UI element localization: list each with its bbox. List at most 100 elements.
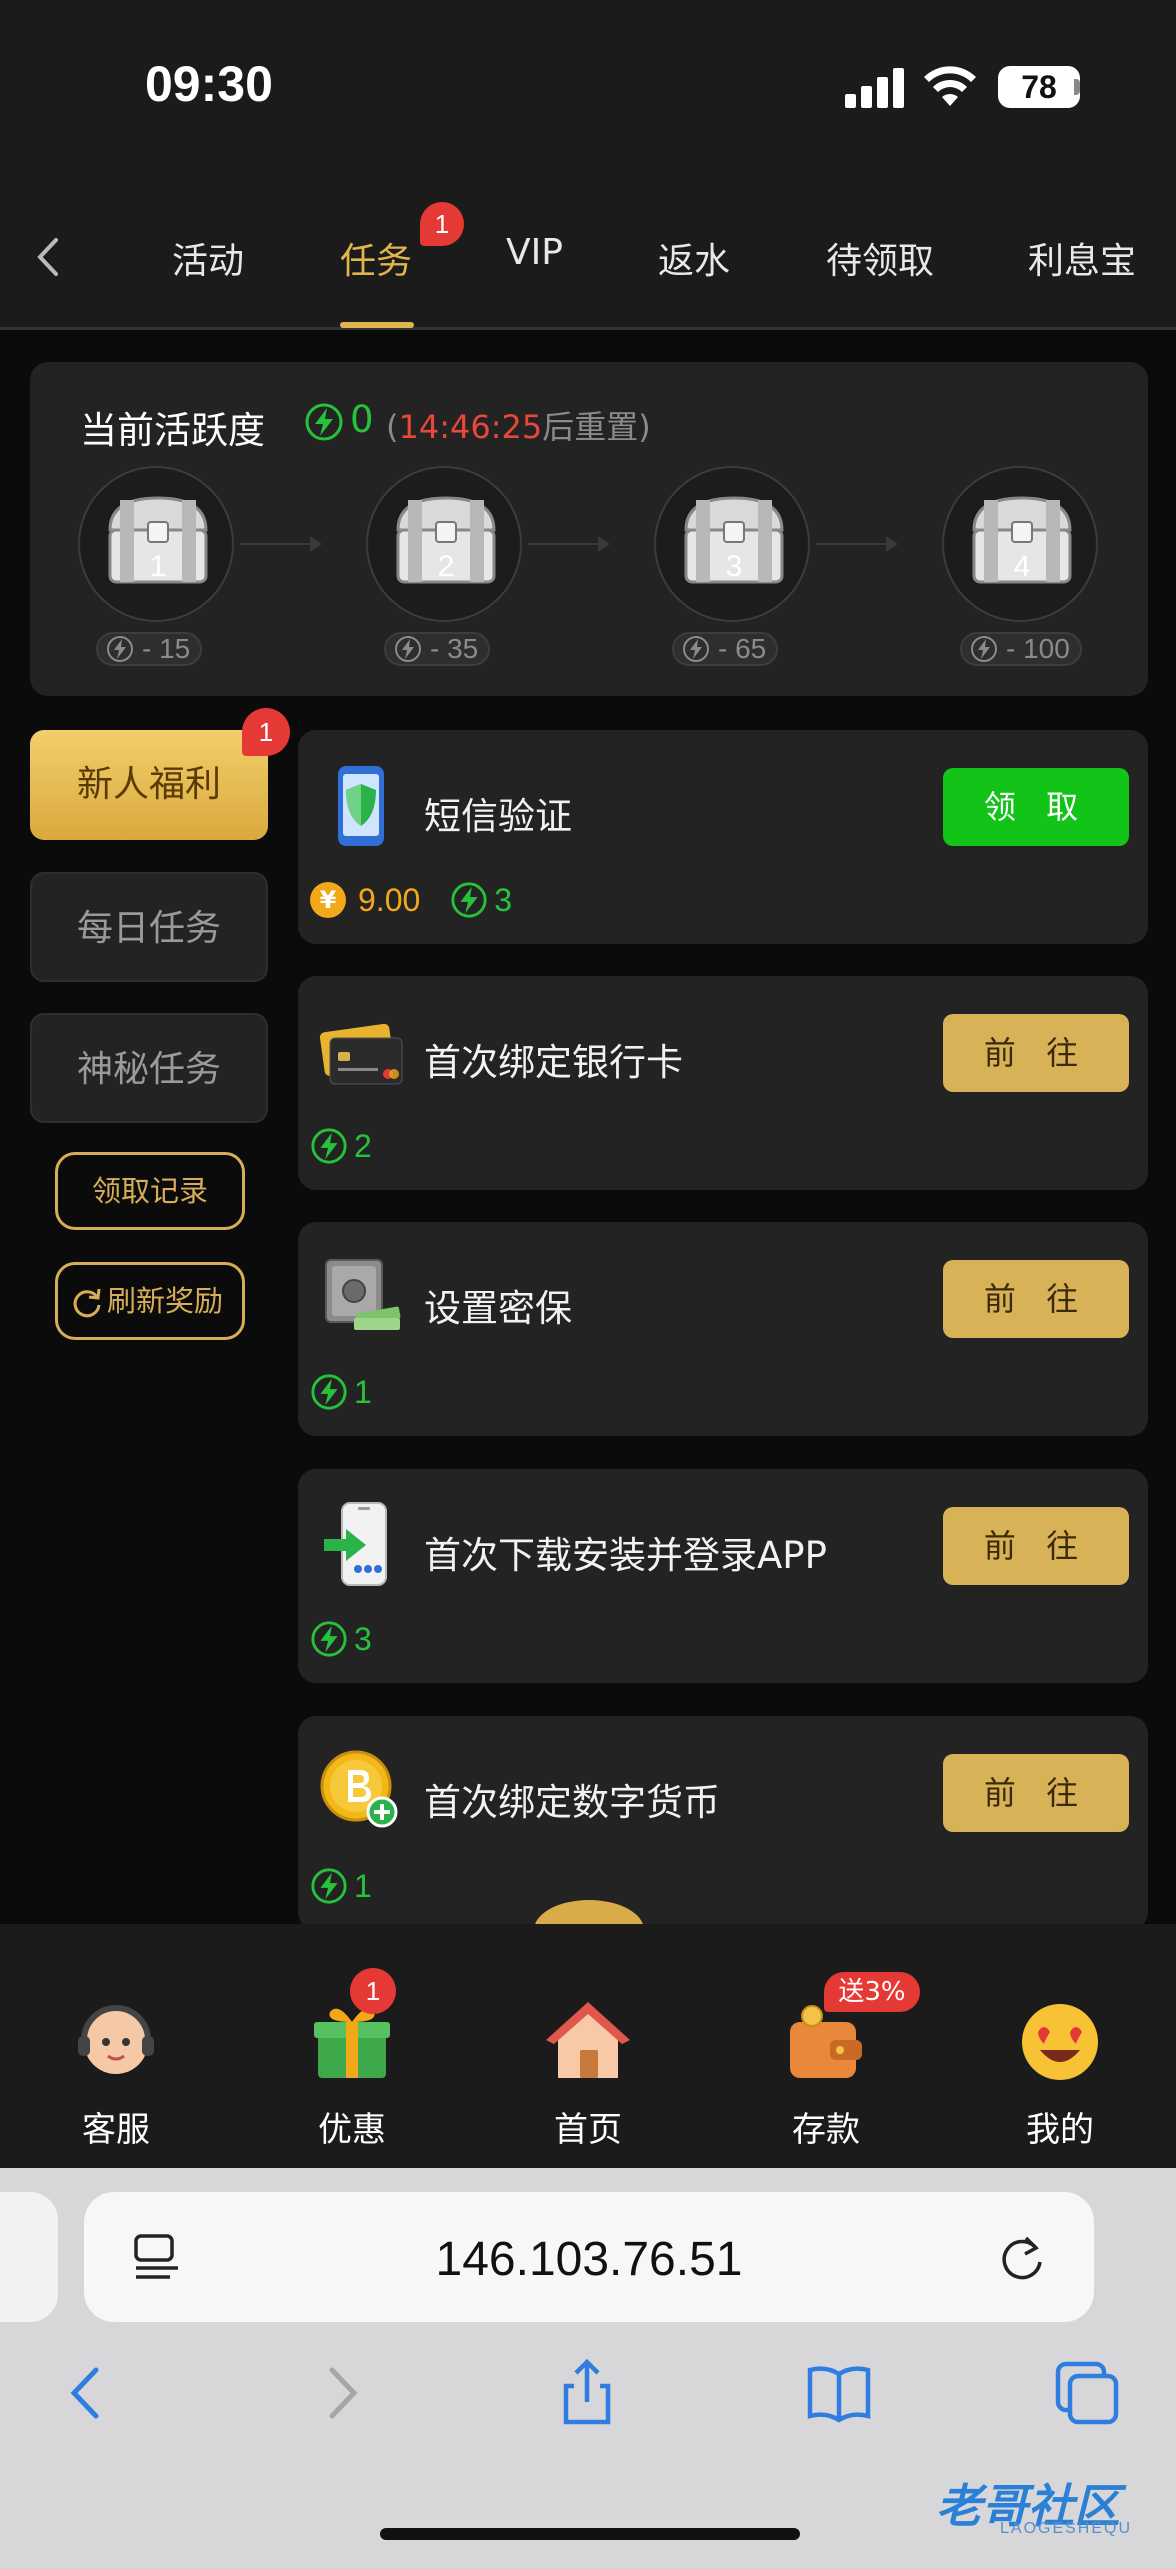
activity-card: 当前活跃度 0 (14:46:25后重置) 1 2 3 4 - 15 - 35 … xyxy=(30,362,1148,696)
shield-phone-icon xyxy=(338,766,384,846)
reward-energy: 2 xyxy=(354,1127,372,1164)
reset-suffix: 后重置) xyxy=(542,408,651,446)
energy-bolt-icon xyxy=(305,403,343,441)
task-card-sms: 短信验证 领 取 ¥ 9.00 3 xyxy=(298,730,1148,944)
reset-timer: 14:46:25 xyxy=(398,408,543,446)
chest-cost: - 35 xyxy=(384,632,491,666)
tab-interest[interactable]: 利息宝 xyxy=(1028,232,1136,284)
cellular-signal-icon xyxy=(845,66,905,108)
task-rewards: 1 xyxy=(310,1866,372,1906)
go-button[interactable]: 前 往 xyxy=(943,1507,1129,1585)
treasure-chest-1[interactable]: 1 xyxy=(78,466,234,622)
active-tab-indicator xyxy=(340,322,414,328)
task-title: 首次下载安装并登录APP xyxy=(424,1534,827,1577)
reward-energy: 3 xyxy=(354,1620,372,1657)
bottom-tab-bar: 客服 优惠 1 首页 存款 我的 xyxy=(0,1924,1176,2168)
chest-number: 2 xyxy=(437,550,455,583)
task-rewards: 2 xyxy=(310,1126,372,1166)
top-nav: 活动 任务 1 VIP 返水 待领取 利息宝 xyxy=(0,180,1176,330)
task-card-security: 设置密保 前 往 1 xyxy=(298,1222,1148,1436)
tab-label: 优惠 xyxy=(318,2110,386,2150)
task-card-crypto: 首次绑定数字货币 前 往 1 xyxy=(298,1716,1148,1930)
tab-customer-service[interactable]: 客服 xyxy=(36,1924,196,2168)
chest-arrow xyxy=(528,536,610,552)
back-chevron-icon[interactable] xyxy=(28,232,68,282)
tab-label: 存款 xyxy=(792,2110,860,2150)
task-rewards: 3 xyxy=(310,1619,372,1659)
smiley-icon xyxy=(1022,2004,1098,2080)
app-download-icon xyxy=(324,1502,387,1586)
tab-tasks[interactable]: 任务 xyxy=(340,232,412,284)
address-bar[interactable]: 146.103.76.51 xyxy=(84,2192,1094,2322)
tab-pending[interactable]: 待领取 xyxy=(826,232,934,284)
tab-home[interactable]: 首页 xyxy=(508,1924,668,2168)
forward-icon[interactable] xyxy=(306,2358,376,2428)
status-time: 09:30 xyxy=(145,56,273,112)
chest-cost: - 65 xyxy=(672,632,779,666)
battery-level: 78 xyxy=(998,66,1080,108)
tab-promotions[interactable]: 优惠 xyxy=(272,1924,432,2168)
reset-paren: ( xyxy=(386,408,399,446)
side-menu-newbie-badge: 1 xyxy=(242,708,290,756)
claim-button[interactable]: 领 取 xyxy=(943,768,1129,846)
tab-profile[interactable]: 我的 xyxy=(980,1924,1140,2168)
chest-number: 3 xyxy=(725,550,743,583)
chest-cost-value: - 35 xyxy=(430,633,479,664)
deposit-bonus-tag: 送3% xyxy=(824,1972,920,2012)
bitcoin-icon xyxy=(320,1750,398,1828)
tab-deposit[interactable]: 存款 xyxy=(746,1924,906,2168)
go-button[interactable]: 前 往 xyxy=(943,1260,1129,1338)
task-title: 首次绑定数字货币 xyxy=(424,1781,720,1824)
tab-activity[interactable]: 活动 xyxy=(172,232,244,284)
treasure-chest-3[interactable]: 3 xyxy=(654,466,810,622)
treasure-chest-2[interactable]: 2 xyxy=(366,466,522,622)
chest-arrow xyxy=(240,536,322,552)
refresh-rewards-label: 刷新奖励 xyxy=(106,1284,223,1318)
tab-vip[interactable]: VIP xyxy=(506,232,563,273)
chest-cost: - 15 xyxy=(96,632,203,666)
house-icon xyxy=(546,2002,630,2078)
go-button[interactable]: 前 往 xyxy=(943,1014,1129,1092)
side-menu-mystery[interactable]: 神秘任务 xyxy=(30,1013,268,1123)
energy-bolt-icon xyxy=(311,1128,347,1164)
bank-card-icon xyxy=(319,1023,403,1085)
reward-energy: 1 xyxy=(354,1867,372,1904)
task-card-bank: 首次绑定银行卡 前 往 2 xyxy=(298,976,1148,1190)
bookmarks-icon[interactable] xyxy=(804,2358,874,2428)
share-icon[interactable] xyxy=(552,2358,622,2428)
reset-info: (14:46:25后重置) xyxy=(386,402,651,448)
home-indicator xyxy=(380,2528,800,2540)
tab-label: 我的 xyxy=(1026,2110,1094,2150)
records-button[interactable]: 领取记录 xyxy=(55,1152,245,1230)
reward-money: 9.00 xyxy=(358,881,421,918)
tab-rebate[interactable]: 返水 xyxy=(658,232,730,284)
battery-tip xyxy=(1074,79,1080,95)
energy-bolt-icon xyxy=(107,636,133,662)
energy-bolt-icon xyxy=(971,636,997,662)
task-title: 设置密保 xyxy=(424,1287,572,1330)
task-rewards: 1 xyxy=(310,1372,372,1412)
tabs-icon[interactable] xyxy=(1052,2358,1122,2428)
back-icon[interactable] xyxy=(52,2358,122,2428)
chest-cost: - 100 xyxy=(960,632,1082,666)
tab-label: 首页 xyxy=(554,2110,622,2150)
energy-bolt-icon xyxy=(683,636,709,662)
go-button[interactable]: 前 往 xyxy=(943,1754,1129,1832)
chest-cost-value: - 65 xyxy=(718,633,767,664)
previous-tab-peek[interactable] xyxy=(0,2192,58,2322)
chest-number: 4 xyxy=(1013,550,1031,583)
treasure-chest-4[interactable]: 4 xyxy=(942,466,1098,622)
tab-label: 客服 xyxy=(82,2110,150,2150)
energy-bolt-icon xyxy=(311,1374,347,1410)
tab-tasks-badge: 1 xyxy=(420,202,464,246)
task-title: 首次绑定银行卡 xyxy=(424,1041,683,1084)
customer-service-icon xyxy=(78,2005,154,2074)
reload-icon[interactable] xyxy=(996,2232,1048,2284)
url-text[interactable]: 146.103.76.51 xyxy=(84,2232,1094,2287)
reward-energy: 3 xyxy=(494,881,513,918)
refresh-rewards-button[interactable]: 刷新奖励 xyxy=(55,1262,245,1340)
side-menu-newbie[interactable]: 新人福利 xyxy=(30,730,268,840)
side-menu-daily[interactable]: 每日任务 xyxy=(30,872,268,982)
activity-title: 当前活跃度 xyxy=(80,409,265,452)
energy-bolt-icon xyxy=(451,882,487,918)
